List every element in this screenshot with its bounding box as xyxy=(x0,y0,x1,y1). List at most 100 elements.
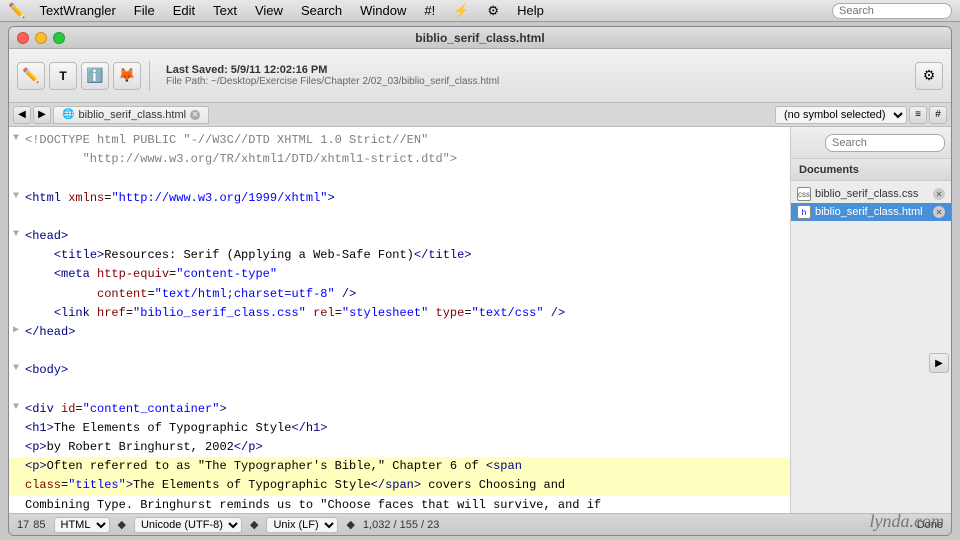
code-content: "http://www.w3.org/TR/xhtml1/DTD/xhtml1-… xyxy=(25,150,786,169)
menu-file[interactable]: File xyxy=(126,1,163,20)
lineending-selector[interactable]: Unix (LF) xyxy=(266,517,338,533)
fold-icon xyxy=(13,457,23,476)
code-line: ▼ <div id="content_container"> xyxy=(9,400,790,419)
documents-list: css biblio_serif_class.css ✕ h biblio_se… xyxy=(791,181,951,351)
browser-button[interactable]: 🦊 xyxy=(113,62,141,90)
menu-gear[interactable]: ⚙ xyxy=(479,1,507,21)
menu-help[interactable]: Help xyxy=(509,1,552,20)
fold-icon xyxy=(13,342,23,361)
minimize-button[interactable] xyxy=(35,32,47,44)
text-button[interactable]: T xyxy=(49,62,77,90)
code-line: <link href="biblio_serif_class.css" rel=… xyxy=(9,304,790,323)
fold-icon xyxy=(13,169,23,188)
syntax-selector[interactable]: HTML xyxy=(54,517,110,533)
documents-search[interactable] xyxy=(825,134,945,152)
pencil-button[interactable]: ✏️ xyxy=(17,62,45,90)
code-content: <div id="content_container"> xyxy=(25,400,786,419)
code-content: <html xmlns="http://www.w3.org/1999/xhtm… xyxy=(25,189,786,208)
code-line: <p>by Robert Bringhurst, 2002</p> xyxy=(9,438,790,457)
fold-icon xyxy=(13,476,23,495)
code-content: class="titles">The Elements of Typograph… xyxy=(25,476,786,495)
fold-icon xyxy=(13,438,23,457)
window-title: biblio_serif_class.html xyxy=(415,31,544,45)
tab-close-button[interactable]: ✕ xyxy=(190,110,200,120)
symbol-selector[interactable]: (no symbol selected) xyxy=(775,106,907,124)
menu-lightning[interactable]: ⚡ xyxy=(445,1,477,21)
doc-html-name: biblio_serif_class.html xyxy=(815,206,923,218)
menu-textwrangler[interactable]: TextWrangler xyxy=(31,1,123,20)
documents-header: Documents xyxy=(791,159,951,181)
tab-icon: 🌐 xyxy=(62,109,74,120)
info-button[interactable]: ℹ️ xyxy=(81,62,109,90)
right-panel-bottom: ▶ xyxy=(791,351,951,513)
documents-title: Documents xyxy=(799,164,859,176)
fold-icon[interactable]: ▼ xyxy=(13,131,23,150)
tab-options-button[interactable]: ≡ xyxy=(909,106,927,124)
toolbar: ✏️ T ℹ️ 🦊 Last Saved: 5/9/11 12:02:16 PM… xyxy=(9,49,951,103)
code-content xyxy=(25,342,786,361)
line-number: 17 xyxy=(17,519,29,531)
panel-collapse-button[interactable]: ▶ xyxy=(929,353,949,373)
menu-window[interactable]: Window xyxy=(352,1,414,20)
code-line xyxy=(9,208,790,227)
code-line: ▼ <head> xyxy=(9,227,790,246)
document-position: 1,032 / 155 / 23 xyxy=(363,519,439,531)
close-button[interactable] xyxy=(17,32,29,44)
doc-css-icon: css xyxy=(797,187,811,201)
fold-icon xyxy=(13,380,23,399)
fold-icon[interactable]: ▼ xyxy=(13,400,23,419)
fold-icon[interactable]: ▼ xyxy=(13,189,23,208)
code-content: <body> xyxy=(25,361,786,380)
fold-icon xyxy=(13,496,23,513)
menu-search[interactable]: Search xyxy=(293,1,350,20)
menu-bar: ✏️ TextWrangler File Edit Text View Sear… xyxy=(0,0,960,22)
settings-button[interactable]: ⚙ xyxy=(915,62,943,90)
tab-bar: ◀ ▶ 🌐 biblio_serif_class.html ✕ (no symb… xyxy=(9,103,951,127)
code-content xyxy=(25,208,786,227)
code-line xyxy=(9,380,790,399)
col-number: 85 xyxy=(33,519,45,531)
encoding-selector[interactable]: Unicode (UTF-8) xyxy=(134,517,242,533)
code-line: <h1>The Elements of Typographic Style</h… xyxy=(9,419,790,438)
tab-add-button[interactable]: # xyxy=(929,106,947,124)
menu-edit[interactable]: Edit xyxy=(165,1,203,20)
doc-close-css[interactable]: ✕ xyxy=(933,188,945,200)
code-line: Combining Type. Bringhurst reminds us to… xyxy=(9,496,790,513)
fold-icon[interactable]: ▼ xyxy=(13,227,23,246)
code-content: <h1>The Elements of Typographic Style</h… xyxy=(25,419,786,438)
spotlight-search[interactable] xyxy=(832,3,952,19)
title-bar: biblio_serif_class.html xyxy=(9,27,951,49)
menu-text[interactable]: Text xyxy=(205,1,245,20)
code-line-highlighted: class="titles">The Elements of Typograph… xyxy=(9,476,790,495)
toolbar-divider xyxy=(149,61,150,91)
maximize-button[interactable] xyxy=(53,32,65,44)
code-content: <title>Resources: Serif (Applying a Web-… xyxy=(25,246,786,265)
tab-label: biblio_serif_class.html xyxy=(78,109,186,121)
code-line: <title>Resources: Serif (Applying a Web-… xyxy=(9,246,790,265)
branding: lynda.com xyxy=(870,511,944,532)
doc-item-html[interactable]: h biblio_serif_class.html ✕ xyxy=(791,203,951,221)
fold-icon xyxy=(13,208,23,227)
fold-icon xyxy=(13,304,23,323)
code-line: ▼ <!DOCTYPE html PUBLIC "-//W3C//DTD XHT… xyxy=(9,131,790,150)
menu-view[interactable]: View xyxy=(247,1,291,20)
code-line: <meta http-equiv="content-type" xyxy=(9,265,790,284)
main-window: biblio_serif_class.html ✏️ T ℹ️ 🦊 Last S… xyxy=(8,26,952,536)
active-tab[interactable]: 🌐 biblio_serif_class.html ✕ xyxy=(53,106,209,124)
status-bar: 17 85 HTML ◆ Unicode (UTF-8) ◆ Unix (LF)… xyxy=(9,513,951,535)
doc-item-css[interactable]: css biblio_serif_class.css ✕ xyxy=(791,185,951,203)
nav-forward-button[interactable]: ▶ xyxy=(33,106,51,124)
fold-icon xyxy=(13,285,23,304)
doc-close-html[interactable]: ✕ xyxy=(933,206,945,218)
code-line xyxy=(9,169,790,188)
menu-hash[interactable]: #! xyxy=(416,1,443,20)
file-info: Last Saved: 5/9/11 12:02:16 PM File Path… xyxy=(166,64,499,87)
code-content: <link href="biblio_serif_class.css" rel=… xyxy=(25,304,786,323)
code-line-highlighted: <p>Often referred to as "The Typographer… xyxy=(9,457,790,476)
fold-icon[interactable]: ▶ xyxy=(13,323,23,342)
fold-icon[interactable]: ▼ xyxy=(13,361,23,380)
code-content: Combining Type. Bringhurst reminds us to… xyxy=(25,496,786,513)
code-editor[interactable]: ▼ <!DOCTYPE html PUBLIC "-//W3C//DTD XHT… xyxy=(9,127,791,513)
code-line xyxy=(9,342,790,361)
nav-back-button[interactable]: ◀ xyxy=(13,106,31,124)
